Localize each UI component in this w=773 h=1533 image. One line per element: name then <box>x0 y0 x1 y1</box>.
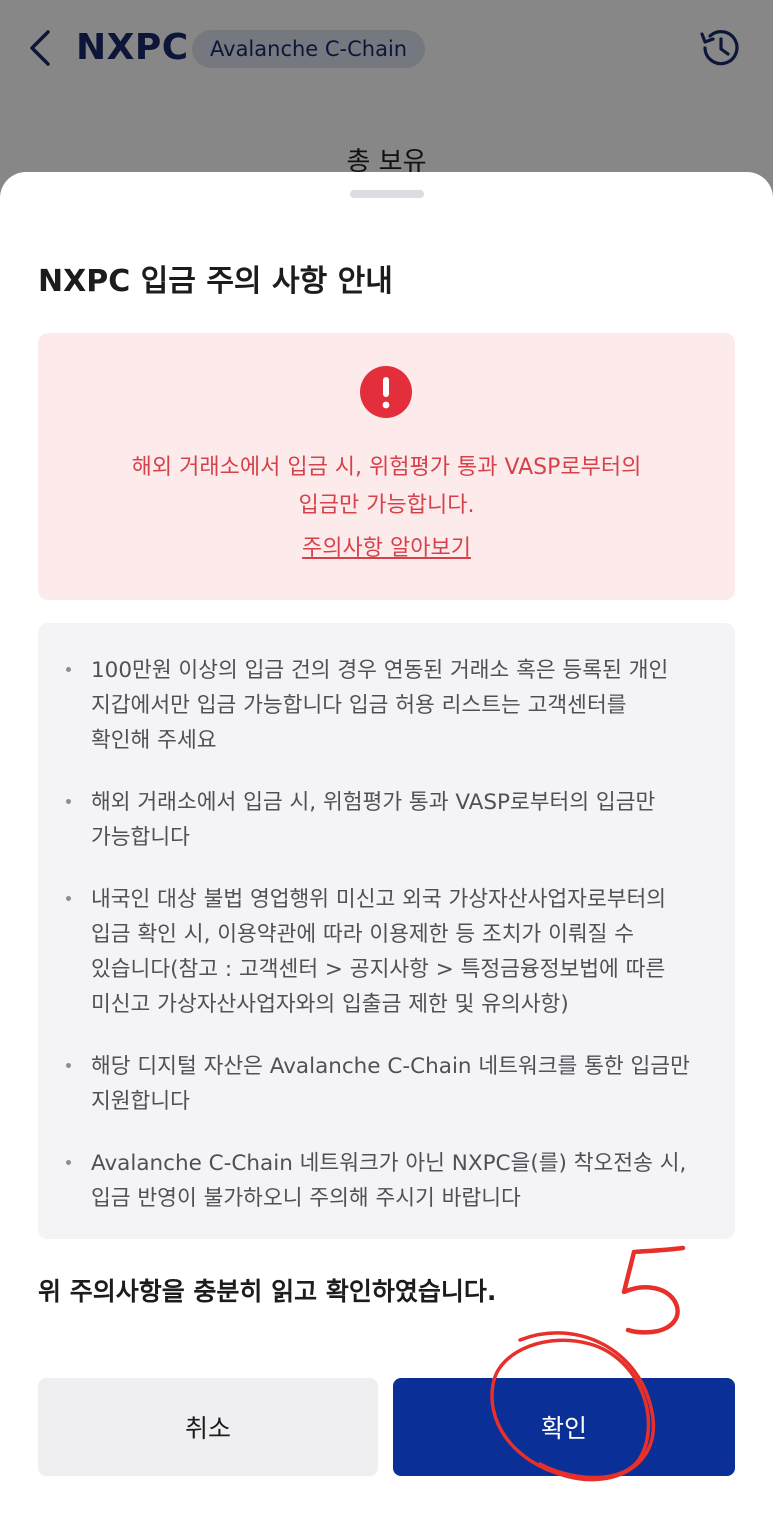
bullet-dot <box>66 667 71 672</box>
bullet-dot <box>66 896 71 901</box>
note-text: 내국인 대상 불법 영업행위 미신고 외국 가상자산사업자로부터의입금 확인 시… <box>91 882 711 1022</box>
bullet-dot <box>66 1063 71 1068</box>
sheet-title: NXPC 입금 주의 사항 안내 <box>38 264 393 299</box>
note-line: 있습니다(참고 : 고객센터 > 공지사항 > 특정금융정보법에 따른 <box>91 957 666 982</box>
warning-text: 해외 거래소에서 입금 시, 위험평가 통과 VASP로부터의 입금만 가능합니… <box>38 449 735 525</box>
bullet-dot <box>66 799 71 804</box>
note-line: 해당 디지털 자산은 Avalanche C-Chain 네트워크를 통한 입금… <box>91 1054 690 1079</box>
note-line: 입금 반영이 불가하오니 주의해 주시기 바랍니다 <box>91 1186 521 1211</box>
note-text: 해외 거래소에서 입금 시, 위험평가 통과 VASP로부터의 입금만가능합니다 <box>91 785 711 855</box>
note-line: 미신고 가상자산사업자와의 입출금 제한 및 유의사항) <box>91 992 569 1017</box>
notes-box: 100만원 이상의 입금 건의 경우 연동된 거래소 혹은 등록된 개인지갑에서… <box>38 623 735 1239</box>
note-text: Avalanche C-Chain 네트워크가 아닌 NXPC을(를) 착오전송… <box>91 1146 711 1216</box>
note-text: 해당 디지털 자산은 Avalanche C-Chain 네트워크를 통한 입금… <box>91 1049 711 1119</box>
learn-more-link[interactable]: 주의사항 알아보기 <box>302 536 471 561</box>
confirm-statement: 위 주의사항을 충분히 읽고 확인하였습니다. <box>38 1277 497 1306</box>
warning-box: 해외 거래소에서 입금 시, 위험평가 통과 VASP로부터의 입금만 가능합니… <box>38 333 735 600</box>
note-line: 100만원 이상의 입금 건의 경우 연동된 거래소 혹은 등록된 개인 <box>91 658 669 683</box>
note-line: Avalanche C-Chain 네트워크가 아닌 NXPC을(를) 착오전송… <box>91 1151 687 1176</box>
note-line: 내국인 대상 불법 영업행위 미신고 외국 가상자산사업자로부터의 <box>91 887 667 912</box>
note-line: 확인해 주세요 <box>91 728 217 753</box>
sheet-drag-handle[interactable] <box>350 190 424 198</box>
note-line: 해외 거래소에서 입금 시, 위험평가 통과 VASP로부터의 입금만 <box>91 790 656 815</box>
note-line: 입금 확인 시, 이용약관에 따라 이용제한 등 조치가 이뤄질 수 <box>91 922 635 947</box>
note-text: 100만원 이상의 입금 건의 경우 연동된 거래소 혹은 등록된 개인지갑에서… <box>91 653 711 758</box>
note-line: 지갑에서만 입금 가능합니다 입금 허용 리스트는 고객센터를 <box>91 693 627 718</box>
warning-line-2: 입금만 가능합니다. <box>298 493 475 518</box>
cancel-button[interactable]: 취소 <box>38 1378 378 1476</box>
confirm-button[interactable]: 확인 <box>393 1378 735 1476</box>
note-line: 지원합니다 <box>91 1089 190 1114</box>
warning-line-1: 해외 거래소에서 입금 시, 위험평가 통과 VASP로부터의 <box>131 455 642 480</box>
warning-link-row: 주의사항 알아보기 <box>38 530 735 568</box>
deposit-notice-sheet: NXPC 입금 주의 사항 안내 해외 거래소에서 입금 시, 위험평가 통과 … <box>0 172 773 1533</box>
bullet-dot <box>66 1160 71 1165</box>
exclamation-icon <box>360 366 412 418</box>
note-line: 가능합니다 <box>91 825 190 850</box>
